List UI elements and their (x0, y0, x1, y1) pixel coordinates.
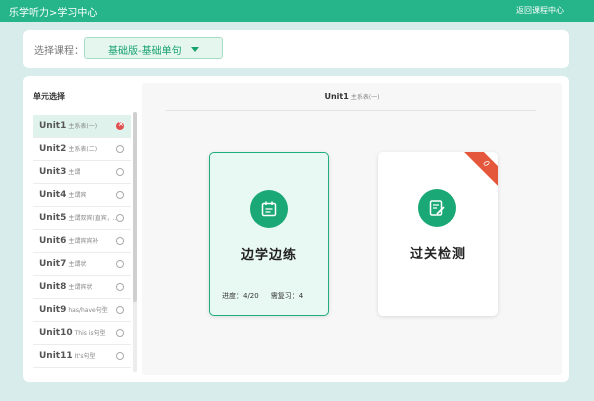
unit-item-1[interactable]: Unit1 主系表(一) (33, 115, 131, 138)
progress-text: 进度：4/20 (222, 292, 259, 300)
document-edit-icon (418, 189, 456, 227)
unit-desc: 主谓宾 (68, 192, 87, 199)
count-ribbon: 0 (459, 152, 498, 191)
unit-radio-icon[interactable] (116, 145, 124, 153)
unit-radio-icon[interactable] (116, 283, 124, 291)
practice-stats: 进度：4/20 需复习：4 (222, 291, 303, 301)
unit-desc: 主系表(一) (68, 123, 98, 130)
unit-heading-name: Unit1 (324, 92, 349, 101)
unit-item-8[interactable]: Unit8 主谓宾状 (33, 276, 131, 299)
unit-item-2[interactable]: Unit2 主系表(二) (33, 138, 131, 161)
unit-name: Unit10 (39, 328, 73, 338)
unit-radio-icon[interactable] (116, 168, 124, 176)
unit-radio-icon[interactable] (116, 329, 124, 337)
unit-name: Unit11 (39, 351, 73, 361)
course-dropdown[interactable]: 基础版-基础单句 (84, 37, 223, 59)
unit-desc: 主系表(二) (68, 146, 98, 153)
unit-radio-icon[interactable] (116, 191, 124, 199)
unit-desc: 主谓宾状 (68, 284, 93, 291)
unit-name: Unit8 (39, 282, 67, 292)
unit-list-scrollbar[interactable] (133, 112, 137, 372)
unit-radio-icon[interactable] (116, 352, 124, 360)
unit-name: Unit6 (39, 236, 67, 246)
unit-name: Unit1 (39, 121, 67, 131)
unit-desc: This is句型 (74, 330, 106, 337)
unit-item-7[interactable]: Unit7 主谓状 (33, 253, 131, 276)
unit-name: Unit4 (39, 190, 67, 200)
sidebar-title: 单元选择 (33, 92, 65, 101)
unit-item-3[interactable]: Unit3 主谓 (33, 161, 131, 184)
unit-desc: 主谓双宾(直宾，... (68, 215, 119, 222)
unit-desc: It's句型 (74, 353, 96, 360)
unit-radio-checked-icon[interactable] (116, 120, 124, 130)
unit-sidebar: 单元选择 Unit1主系表(一) Unit2主系表(二) Unit3主谓 Uni… (23, 76, 140, 382)
unit-content: Unit1 主系表(一) 边学边练 进度：4/20 需复习：4 0 过关检测 (142, 83, 562, 375)
unit-desc: has/have句型 (68, 307, 108, 314)
divider (166, 110, 536, 111)
practice-title: 边学边练 (240, 248, 297, 263)
unit-item-5[interactable]: Unit5 主谓双宾(直宾，... (33, 207, 131, 230)
unit-name: Unit3 (39, 167, 67, 177)
unit-heading: Unit1 主系表(一) (142, 92, 562, 101)
unit-name: Unit7 (39, 259, 67, 269)
scrollbar-thumb[interactable] (133, 112, 137, 302)
breadcrumb: 乐学听力>学习中心 (9, 8, 98, 19)
unit-item-6[interactable]: Unit6 主谓宾宾补 (33, 230, 131, 253)
unit-list: Unit1主系表(一) Unit2主系表(二) Unit3主谓 Unit4主谓宾… (33, 115, 131, 368)
unit-name: Unit5 (39, 213, 67, 223)
practice-card[interactable]: 边学边练 进度：4/20 需复习：4 (209, 152, 329, 316)
test-card[interactable]: 0 过关检测 (378, 152, 498, 316)
unit-radio-icon[interactable] (116, 260, 124, 268)
top-bar: 乐学听力>学习中心 返回课程中心 (0, 0, 594, 22)
unit-radio-icon[interactable] (116, 237, 124, 245)
test-title: 过关检测 (409, 247, 466, 262)
unit-heading-desc: 主系表(一) (350, 94, 380, 101)
unit-item-11[interactable]: Unit11 It's句型 (33, 345, 131, 368)
unit-item-4[interactable]: Unit4 主谓宾 (33, 184, 131, 207)
calendar-icon (250, 190, 288, 228)
unit-desc: 主谓 (68, 169, 81, 176)
unit-item-9[interactable]: Unit9 has/have句型 (33, 299, 131, 322)
caret-down-icon (191, 47, 199, 52)
unit-desc: 主谓宾宾补 (68, 238, 99, 245)
review-text: 需复习：4 (270, 292, 304, 300)
unit-item-10[interactable]: Unit10 This is句型 (33, 322, 131, 345)
unit-name: Unit2 (39, 144, 67, 154)
course-label: 选择课程： (34, 46, 84, 57)
course-selector-bar: 选择课程： 基础版-基础单句 (23, 30, 569, 68)
unit-radio-icon[interactable] (116, 214, 124, 222)
study-panel: 单元选择 Unit1主系表(一) Unit2主系表(二) Unit3主谓 Uni… (23, 76, 569, 382)
unit-radio-icon[interactable] (116, 306, 124, 314)
course-dropdown-value: 基础版-基础单句 (108, 46, 182, 57)
unit-desc: 主谓状 (68, 261, 87, 268)
unit-name: Unit9 (39, 305, 67, 315)
back-to-course-center-link[interactable]: 返回课程中心 (516, 5, 564, 16)
